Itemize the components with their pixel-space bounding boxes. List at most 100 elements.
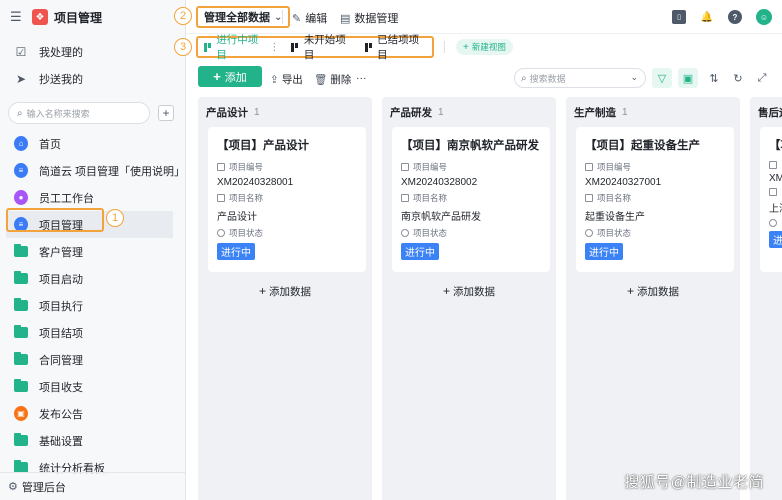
- sidebar-search-input[interactable]: ⌕ 输入名称来搜索: [8, 102, 150, 124]
- project-code: XM20240327001: [585, 177, 662, 188]
- add-data-button[interactable]: + 添加数据: [198, 284, 372, 299]
- radio-icon: [585, 229, 593, 237]
- sidebar-item-project-close[interactable]: 项目结项: [0, 319, 185, 346]
- sidebar-item-workbench[interactable]: ● 员工工作台: [0, 184, 185, 211]
- sidebar-item-cc-me[interactable]: ➤ 抄送我的: [0, 65, 185, 92]
- more-vertical-icon[interactable]: ⋮: [269, 42, 279, 53]
- folder-icon: [14, 271, 28, 284]
- tab-not-started[interactable]: 未开始项目: [285, 34, 358, 61]
- new-view-label: 新建视图: [471, 42, 506, 52]
- radio-icon: [769, 219, 777, 227]
- field-label-text: 项目编号: [413, 162, 448, 172]
- field-label: 项目编号: [585, 161, 725, 173]
- new-view-button[interactable]: + 新建视图: [456, 39, 513, 55]
- filter-button[interactable]: ▽: [652, 68, 672, 88]
- kanban-column: 产品研发 1 【项目】南京帆软产品研发 项目编号 XM20240328002 项…: [382, 97, 556, 500]
- add-data-button[interactable]: + 添加数据: [566, 284, 740, 299]
- home-icon: ⌂: [14, 136, 28, 151]
- menu-icon[interactable]: ☰: [10, 9, 24, 25]
- field-icon: [217, 163, 225, 171]
- user-avatar-icon[interactable]: ☺: [756, 9, 772, 25]
- field-label-text: 项目名称: [597, 193, 632, 203]
- refresh-button[interactable]: ↻: [728, 68, 748, 88]
- sort-icon: ⇅: [709, 72, 719, 85]
- column-title: 产品研发: [390, 106, 432, 119]
- export-button[interactable]: ⇪ 导出: [270, 72, 303, 87]
- sidebar-item-guide[interactable]: ≡ 简道云 项目管理「使用说明」: [0, 157, 185, 184]
- kanban-board: 产品设计 1 【项目】产品设计 项目编号 XM20240328001 项目名称 …: [186, 94, 782, 500]
- field-icon: [769, 161, 777, 169]
- status-badge: 进行中: [585, 243, 623, 260]
- column-count: 1: [254, 106, 260, 118]
- sidebar-item-settings[interactable]: 基础设置: [0, 427, 185, 454]
- sidebar-item-label: 简道云 项目管理「使用说明」: [39, 165, 186, 178]
- sidebar-item-project-exec[interactable]: 项目执行: [0, 292, 185, 319]
- status-badge: 进行中: [401, 243, 439, 260]
- add-button[interactable]: + 添加: [198, 66, 262, 87]
- field-label: 项目状态: [585, 227, 725, 239]
- add-data-button[interactable]: + 添加数据: [382, 284, 556, 299]
- data-search-input[interactable]: ⌕ 搜索数据 ⌄: [514, 68, 646, 88]
- divider: [444, 41, 445, 53]
- admin-label: 管理后台: [21, 481, 66, 494]
- sidebar-item-project-start[interactable]: 项目启动: [0, 265, 185, 292]
- sidebar-item-announcement[interactable]: ▣ 发布公告: [0, 400, 185, 427]
- kanban-icon: [364, 42, 372, 52]
- refresh-icon: ↻: [733, 72, 743, 85]
- field-label-text: 项目编号: [229, 162, 264, 172]
- data-manage-label: 数据管理: [354, 13, 399, 25]
- tab-closed[interactable]: 已结项项目: [359, 34, 432, 61]
- kanban-icon: [204, 42, 211, 52]
- field-label-text: 项目状态: [597, 228, 632, 238]
- annotation-badge-2: 2: [174, 7, 192, 25]
- project-card[interactable]: 【项目】南京帆软产品研发 项目编号 XM20240328002 项目名称 南京帆…: [392, 127, 550, 272]
- project-code: XM2: [769, 173, 782, 184]
- project-card[interactable]: 【项目】起重设备生产 项目编号 XM20240327001 项目名称 起重设备生…: [576, 127, 734, 272]
- data-scope-select[interactable]: 管理全部数据 ⌄: [196, 6, 291, 28]
- sidebar-item-label: 项目结项: [39, 327, 83, 340]
- add-menu-button[interactable]: +: [158, 105, 174, 121]
- sidebar: ☰ ❖ 项目管理 ☑ 我处理的 ➤ 抄送我的 ⌕ 输入名称来搜索 + ⌂ 首页 …: [0, 0, 186, 500]
- top-bar: 2 管理全部数据 ⌄ ✎ 编辑 ▤ 数据管理 ▯ 🔔 ? ☺: [174, 0, 782, 34]
- fullscreen-button[interactable]: ⤢: [752, 68, 772, 88]
- card-title: 【项目】产品设计: [217, 140, 309, 152]
- sidebar-item-home[interactable]: ⌂ 首页: [0, 130, 185, 157]
- edit-button[interactable]: ✎ 编辑: [292, 10, 327, 26]
- more-button[interactable]: ···: [356, 72, 367, 84]
- add-data-label: 添加数据: [453, 286, 495, 298]
- document-icon: ≡: [14, 163, 28, 178]
- card-title: 【项目】: [769, 140, 782, 152]
- table-icon: ▤: [340, 12, 351, 25]
- field-label: [769, 161, 782, 169]
- card-style-button[interactable]: ▣: [678, 68, 698, 88]
- annotation-badge-1: 1: [106, 209, 124, 227]
- sort-button[interactable]: ⇅: [704, 68, 724, 88]
- project-card[interactable]: 【项目】产品设计 项目编号 XM20240328001 项目名称 产品设计 项目…: [208, 127, 366, 272]
- plus-icon: +: [442, 284, 450, 298]
- help-icon[interactable]: ?: [728, 10, 742, 24]
- admin-button[interactable]: ⚙ 管理后台: [0, 472, 186, 500]
- field-label: 项目状态: [217, 227, 357, 239]
- checkbox-icon: ☑: [15, 44, 27, 59]
- panel-icon[interactable]: ▯: [672, 10, 686, 24]
- card-title: 【项目】南京帆软产品研发: [401, 140, 539, 152]
- sidebar-item-my-tasks[interactable]: ☑ 我处理的: [0, 38, 185, 65]
- folder-icon: [14, 352, 28, 365]
- sidebar-item-contract[interactable]: 合同管理: [0, 346, 185, 373]
- search-placeholder: 输入名称来搜索: [26, 108, 90, 119]
- bell-icon[interactable]: 🔔: [700, 10, 714, 24]
- add-data-label: 添加数据: [637, 286, 679, 298]
- field-label: 项目名称: [585, 192, 725, 204]
- delete-button[interactable]: 🗑 删除: [314, 72, 351, 87]
- project-card[interactable]: 【项目】 XM2 上海 进行中: [760, 127, 782, 272]
- sidebar-item-finance[interactable]: 项目收支: [0, 373, 185, 400]
- data-manage-button[interactable]: ▤ 数据管理: [340, 10, 398, 26]
- folder-icon: [14, 298, 28, 311]
- column-header: 生产制造 1: [566, 97, 740, 127]
- tab-in-progress[interactable]: 进行中项目 ⋮: [198, 34, 285, 61]
- plus-icon: +: [213, 69, 221, 84]
- delete-label: 删除: [330, 74, 352, 86]
- more-label: ···: [356, 72, 367, 84]
- field-label-text: 项目状态: [413, 228, 448, 238]
- sidebar-item-customer[interactable]: 客户管理: [0, 238, 185, 265]
